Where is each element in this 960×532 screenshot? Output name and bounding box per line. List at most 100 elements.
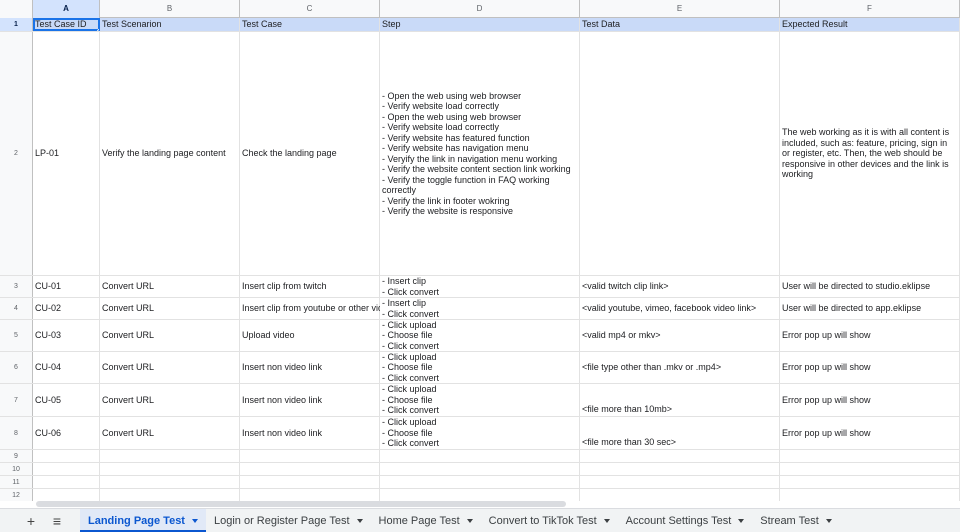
cell-c3[interactable]: Insert clip from twitch <box>240 276 380 297</box>
cell-f8[interactable]: Error pop up will show <box>780 417 960 449</box>
cell-e7[interactable]: <file more than 10mb> <box>580 384 780 416</box>
tab-home-page-test[interactable]: Home Page Test <box>371 509 481 532</box>
cell-c10[interactable] <box>240 463 380 475</box>
row-number[interactable]: 8 <box>0 417 33 449</box>
tab-stream-test[interactable]: Stream Test <box>752 509 840 532</box>
cell-d8[interactable]: - Click upload - Choose file - Click con… <box>380 417 580 449</box>
cell-f5[interactable]: Error pop up will show <box>780 320 960 351</box>
cell-a8[interactable]: CU-06 <box>33 417 100 449</box>
cell-a10[interactable] <box>33 463 100 475</box>
cell-c1[interactable]: Test Case <box>240 18 380 31</box>
cell-d11[interactable] <box>380 476 580 488</box>
add-sheet-icon[interactable]: + <box>18 509 44 532</box>
cell-d7[interactable]: - Click upload - Choose file - Click con… <box>380 384 580 416</box>
cell-a5[interactable]: CU-03 <box>33 320 100 351</box>
chevron-down-icon[interactable] <box>603 518 610 523</box>
cell-a3[interactable]: CU-01 <box>33 276 100 297</box>
horizontal-scrollbar[interactable] <box>36 501 566 507</box>
row-number[interactable]: 1 <box>0 18 33 31</box>
cell-d10[interactable] <box>380 463 580 475</box>
column-header-c[interactable]: C <box>240 0 380 18</box>
cell-b12[interactable] <box>100 489 240 501</box>
cell-a4[interactable]: CU-02 <box>33 298 100 319</box>
column-header-f[interactable]: F <box>780 0 960 18</box>
row-number[interactable]: 6 <box>0 352 33 383</box>
cell-e1[interactable]: Test Data <box>580 18 780 31</box>
cell-e4[interactable]: <valid youtube, vimeo, facebook video li… <box>580 298 780 319</box>
row-number[interactable]: 9 <box>0 450 33 462</box>
cell-f10[interactable] <box>780 463 960 475</box>
cell-a12[interactable] <box>33 489 100 501</box>
cell-f12[interactable] <box>780 489 960 501</box>
cell-b8[interactable]: Convert URL <box>100 417 240 449</box>
cell-e12[interactable] <box>580 489 780 501</box>
cell-f4[interactable]: User will be directed to app.eklipse <box>780 298 960 319</box>
row-number[interactable]: 5 <box>0 320 33 351</box>
fill-handle[interactable] <box>97 29 99 31</box>
cell-f11[interactable] <box>780 476 960 488</box>
cell-e11[interactable] <box>580 476 780 488</box>
cell-a6[interactable]: CU-04 <box>33 352 100 383</box>
row-number[interactable]: 4 <box>0 298 33 319</box>
chevron-down-icon[interactable] <box>825 518 832 523</box>
select-all-corner[interactable] <box>0 0 33 18</box>
cell-c6[interactable]: Insert non video link <box>240 352 380 383</box>
cell-d2[interactable]: - Open the web using web browser - Verif… <box>380 32 580 275</box>
row-number[interactable]: 11 <box>0 476 33 488</box>
chevron-down-icon[interactable] <box>356 518 363 523</box>
row-number[interactable]: 7 <box>0 384 33 416</box>
cell-a9[interactable] <box>33 450 100 462</box>
tab-account-settings-test[interactable]: Account Settings Test <box>618 509 753 532</box>
cell-d1[interactable]: Step <box>380 18 580 31</box>
cell-b1[interactable]: Test Scenarion <box>100 18 240 31</box>
column-header-d[interactable]: D <box>380 0 580 18</box>
cell-f7[interactable]: Error pop up will show <box>780 384 960 416</box>
cell-c4[interactable]: Insert clip from youtube or other vid <box>240 298 383 319</box>
cell-b5[interactable]: Convert URL <box>100 320 240 351</box>
cell-a7[interactable]: CU-05 <box>33 384 100 416</box>
cell-e2[interactable] <box>580 32 780 275</box>
cell-b4[interactable]: Convert URL <box>100 298 240 319</box>
cell-b7[interactable]: Convert URL <box>100 384 240 416</box>
cell-c8[interactable]: Insert non video link <box>240 417 380 449</box>
cell-c2[interactable]: Check the landing page <box>240 32 380 275</box>
column-header-b[interactable]: B <box>100 0 240 18</box>
cell-a1[interactable]: Test Case ID <box>33 18 100 31</box>
cell-c11[interactable] <box>240 476 380 488</box>
cell-f1[interactable]: Expected Result <box>780 18 960 31</box>
cell-b9[interactable] <box>100 450 240 462</box>
tab-login-or-register-page-test[interactable]: Login or Register Page Test <box>206 509 371 532</box>
chevron-down-icon[interactable] <box>466 518 473 523</box>
column-header-e[interactable]: E <box>580 0 780 18</box>
column-header-a[interactable]: A <box>33 0 100 18</box>
cell-c7[interactable]: Insert non video link <box>240 384 380 416</box>
cell-b11[interactable] <box>100 476 240 488</box>
cell-f2[interactable]: The web working as it is with all conten… <box>780 32 960 275</box>
cell-e5[interactable]: <valid mp4 or mkv> <box>580 320 780 351</box>
cell-f6[interactable]: Error pop up will show <box>780 352 960 383</box>
chevron-down-icon[interactable] <box>738 518 745 523</box>
cell-d12[interactable] <box>380 489 580 501</box>
cell-a2[interactable]: LP-01 <box>33 32 100 275</box>
row-number[interactable]: 2 <box>0 32 33 275</box>
tab-convert-to-tiktok-test[interactable]: Convert to TikTok Test <box>481 509 618 532</box>
cell-e10[interactable] <box>580 463 780 475</box>
cell-e3[interactable]: <valid twitch clip link> <box>580 276 780 297</box>
cell-f9[interactable] <box>780 450 960 462</box>
cell-d6[interactable]: - Click upload - Choose file - Click con… <box>380 352 580 383</box>
cell-e6[interactable]: <file type other than .mkv or .mp4> <box>580 352 780 383</box>
cell-f3[interactable]: User will be directed to studio.eklipse <box>780 276 960 297</box>
cell-b6[interactable]: Convert URL <box>100 352 240 383</box>
cell-e8[interactable]: <file more than 30 sec> <box>580 417 780 449</box>
cell-e9[interactable] <box>580 450 780 462</box>
cell-d5[interactable]: - Click upload - Choose file - Click con… <box>380 320 580 351</box>
chevron-down-icon[interactable] <box>191 518 198 523</box>
cell-d3[interactable]: - Insert clip - Click convert <box>380 276 580 297</box>
cell-c9[interactable] <box>240 450 380 462</box>
cell-a11[interactable] <box>33 476 100 488</box>
row-number[interactable]: 10 <box>0 463 33 475</box>
cell-d4[interactable]: - Insert clip - Click convert <box>380 298 580 319</box>
cell-c12[interactable] <box>240 489 380 501</box>
cell-b10[interactable] <box>100 463 240 475</box>
row-number[interactable]: 3 <box>0 276 33 297</box>
